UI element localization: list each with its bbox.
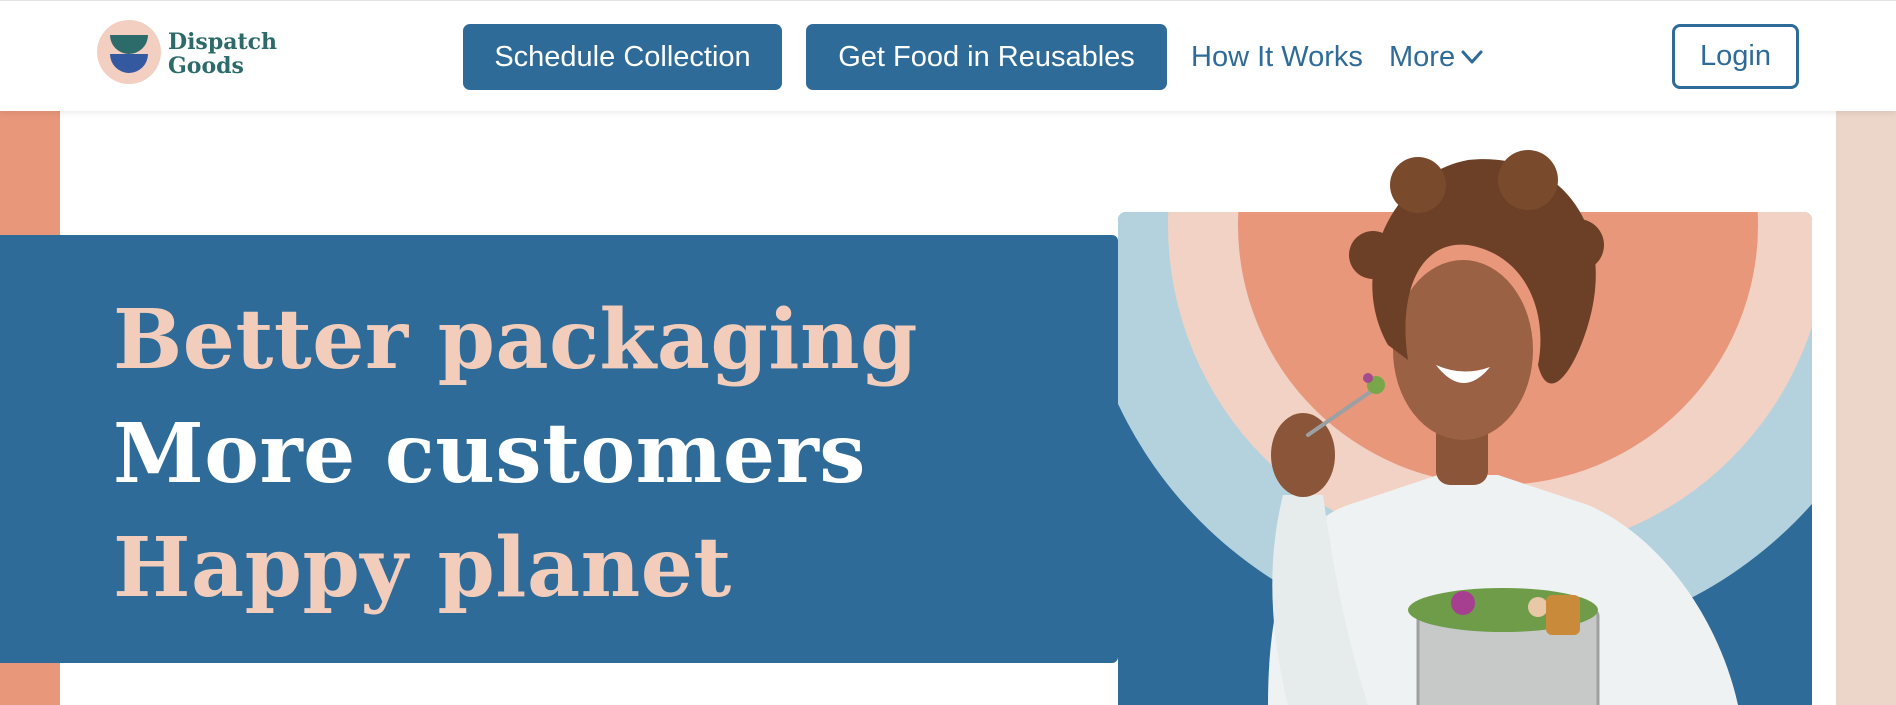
right-accent-strip (1836, 111, 1896, 705)
get-food-in-reusables-button[interactable]: Get Food in Reusables (806, 24, 1167, 90)
hero-headline-line-3: Happy planet (113, 520, 732, 616)
hero-woman-eating-photo (1118, 150, 1812, 705)
schedule-collection-button[interactable]: Schedule Collection (463, 24, 782, 90)
hero-headline-line-1: Better packaging (113, 292, 918, 388)
nav-more-dropdown[interactable]: More (1389, 24, 1483, 90)
bowls-logo-icon (97, 20, 161, 84)
nav-more-label: More (1389, 40, 1456, 73)
site-header: Dispatch Goods Schedule Collection Get F… (0, 0, 1896, 111)
logo-wordmark: Dispatch Goods (168, 29, 278, 79)
dispatch-goods-logo[interactable]: Dispatch Goods (97, 20, 287, 86)
login-button[interactable]: Login (1672, 24, 1799, 89)
nav-how-it-works-label: How It Works (1191, 40, 1363, 73)
chevron-down-icon (1461, 50, 1483, 64)
nav-how-it-works[interactable]: How It Works (1191, 24, 1363, 90)
hero-headline-line-2: More customers (113, 406, 866, 502)
